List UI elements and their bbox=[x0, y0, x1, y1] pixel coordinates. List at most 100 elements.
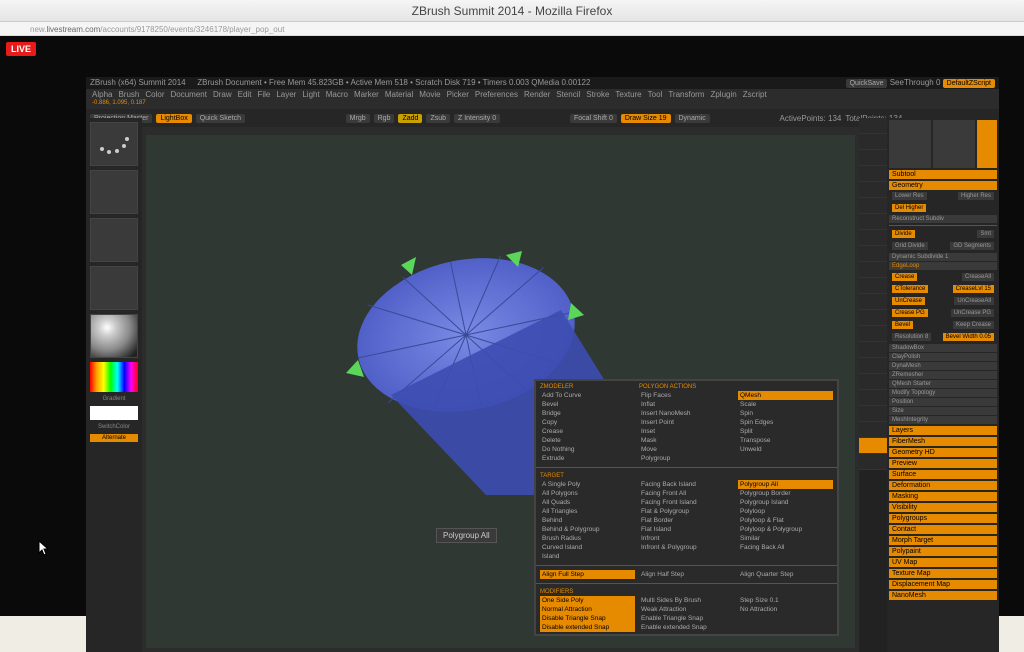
griddivide-button[interactable]: Grid Divide bbox=[892, 242, 928, 250]
uncrease-button[interactable]: UnCrease bbox=[892, 297, 925, 305]
size-button[interactable]: Size bbox=[889, 407, 997, 415]
action-item[interactable]: Insert Point bbox=[639, 418, 734, 427]
menu-item[interactable]: Tool bbox=[648, 89, 663, 100]
menu-item[interactable]: Brush bbox=[118, 89, 139, 100]
action-item[interactable]: Copy bbox=[540, 418, 635, 427]
shelf-icon[interactable] bbox=[859, 406, 887, 422]
switchcolor-button[interactable]: SwitchColor bbox=[90, 424, 138, 430]
target-item[interactable]: Polyloop & Polygroup bbox=[738, 525, 833, 534]
panel-header-masking[interactable]: Masking bbox=[889, 492, 997, 501]
menu-item[interactable]: Preferences bbox=[475, 89, 518, 100]
target-item[interactable]: Behind & Polygroup bbox=[540, 525, 635, 534]
drawsize-slider[interactable]: Draw Size 19 bbox=[621, 114, 671, 123]
action-item[interactable]: Inflat bbox=[639, 400, 734, 409]
shelf-icon[interactable] bbox=[859, 358, 887, 374]
panel-header-fibermesh[interactable]: FiberMesh bbox=[889, 437, 997, 446]
target-item[interactable]: Similar bbox=[738, 534, 833, 543]
shelf-icon[interactable] bbox=[859, 134, 887, 150]
panel-header-preview[interactable]: Preview bbox=[889, 459, 997, 468]
action-item[interactable]: Split bbox=[738, 427, 833, 436]
mod-item[interactable]: Disable extended Snap bbox=[540, 623, 635, 632]
crease-button[interactable]: Crease bbox=[892, 273, 917, 281]
panel-header-polygroups[interactable]: Polygroups bbox=[889, 514, 997, 523]
action-item[interactable]: Spin Edges bbox=[738, 418, 833, 427]
action-item[interactable]: Insert NanoMesh bbox=[639, 409, 734, 418]
shelf-icon[interactable] bbox=[859, 198, 887, 214]
target-item[interactable]: Polyloop bbox=[738, 507, 833, 516]
shelf-icon[interactable] bbox=[859, 150, 887, 166]
material-selector[interactable] bbox=[90, 314, 138, 358]
current-color[interactable] bbox=[90, 406, 138, 420]
panel-header-nanomesh[interactable]: NanoMesh bbox=[889, 591, 997, 600]
menu-item[interactable]: Stroke bbox=[586, 89, 609, 100]
panel-header-polypaint[interactable]: Polypaint bbox=[889, 547, 997, 556]
menu-item[interactable]: Light bbox=[302, 89, 319, 100]
menu-item[interactable]: Render bbox=[524, 89, 550, 100]
shelf-icon[interactable] bbox=[859, 230, 887, 246]
reconstruct-button[interactable]: Reconstruct Subdiv bbox=[889, 215, 997, 223]
zremesher-button[interactable]: ZRemesher bbox=[889, 371, 997, 379]
tool-thumbnail-active[interactable] bbox=[977, 120, 997, 168]
action-item[interactable]: Flip Faces bbox=[639, 391, 734, 400]
quicksave-button[interactable]: QuickSave bbox=[846, 79, 888, 88]
bevel-button[interactable]: Bevel bbox=[892, 321, 913, 329]
edgeloop-button[interactable]: EdgeLoop bbox=[889, 262, 997, 270]
action-item[interactable]: Inset bbox=[639, 427, 734, 436]
align-item-selected[interactable]: Align Full Step bbox=[540, 570, 635, 579]
panel-header-deformation[interactable]: Deformation bbox=[889, 481, 997, 490]
panel-header-geometry[interactable]: Geometry bbox=[889, 181, 997, 190]
action-item[interactable]: Move bbox=[639, 445, 734, 454]
action-item[interactable]: Add To Curve bbox=[540, 391, 635, 400]
zsub-button[interactable]: Zsub bbox=[426, 114, 450, 123]
mod-item[interactable]: Disable Triangle Snap bbox=[540, 614, 635, 623]
dynamesh-button[interactable]: DynaMesh bbox=[889, 362, 997, 370]
menu-item[interactable]: Draw bbox=[213, 89, 232, 100]
shelf-icon[interactable] bbox=[859, 454, 887, 470]
action-item[interactable]: Spin bbox=[738, 409, 833, 418]
action-item[interactable]: Mask bbox=[639, 436, 734, 445]
menu-item[interactable]: Zscript bbox=[743, 89, 767, 100]
brush-selector[interactable] bbox=[90, 122, 138, 166]
divide-button[interactable]: Divide bbox=[892, 230, 915, 238]
menu-item[interactable]: Movie bbox=[419, 89, 440, 100]
qmeshstarter-button[interactable]: QMesh Starter bbox=[889, 380, 997, 388]
target-item[interactable]: All Polygons bbox=[540, 489, 635, 498]
action-item[interactable]: Delete bbox=[540, 436, 635, 445]
shelf-icon[interactable] bbox=[859, 214, 887, 230]
shelf-icon[interactable] bbox=[859, 294, 887, 310]
panel-header-visibility[interactable]: Visibility bbox=[889, 503, 997, 512]
keepCrease-button[interactable]: Keep Crease bbox=[953, 321, 994, 329]
browser-url-bar[interactable]: new.livestream.com/accounts/9178250/even… bbox=[0, 22, 1024, 36]
shelf-icon[interactable] bbox=[859, 310, 887, 326]
panel-header-subtool[interactable]: Subtool bbox=[889, 170, 997, 179]
target-item[interactable]: Polygroup Island bbox=[738, 498, 833, 507]
focal-slider[interactable]: Focal Shift 0 bbox=[570, 114, 617, 123]
color-picker[interactable] bbox=[90, 362, 138, 392]
uncreaseall-button[interactable]: UnCreaseAll bbox=[954, 297, 994, 305]
menu-item[interactable]: Material bbox=[385, 89, 413, 100]
shelf-icon[interactable] bbox=[859, 390, 887, 406]
shadowbox-button[interactable]: ShadowBox bbox=[889, 344, 997, 352]
delhigher-button[interactable]: Del Higher bbox=[892, 204, 926, 212]
align-item[interactable]: Align Half Step bbox=[639, 570, 734, 579]
action-item[interactable]: Extrude bbox=[540, 454, 635, 463]
tool-thumbnail[interactable] bbox=[933, 120, 975, 168]
target-item[interactable]: Flat Border bbox=[639, 516, 734, 525]
mod-item[interactable]: Enable extended Snap bbox=[639, 623, 734, 632]
shelf-icon[interactable] bbox=[859, 118, 887, 134]
creasepg-button[interactable]: Crease PG bbox=[892, 309, 928, 317]
dynamicsub-slider[interactable]: Dynamic Subdivide 1 bbox=[889, 253, 997, 261]
tool-thumbnail[interactable] bbox=[889, 120, 931, 168]
viewport[interactable]: Polygroup All ZMODELERPOLYGON ACTIONS Ad… bbox=[146, 135, 855, 648]
target-item[interactable]: Facing Back All bbox=[738, 543, 833, 552]
lightbox-button[interactable]: LightBox bbox=[156, 114, 191, 123]
mod-item[interactable]: Enable Triangle Snap bbox=[639, 614, 734, 623]
shelf-icon[interactable] bbox=[859, 326, 887, 342]
target-item[interactable]: All Triangles bbox=[540, 507, 635, 516]
panel-header-texturemap[interactable]: Texture Map bbox=[889, 569, 997, 578]
menu-item[interactable]: Transform bbox=[668, 89, 704, 100]
action-item[interactable]: Scale bbox=[738, 400, 833, 409]
mod-item[interactable]: Weak Attraction bbox=[639, 605, 734, 614]
target-item[interactable]: Polygroup Border bbox=[738, 489, 833, 498]
action-item[interactable]: Crease bbox=[540, 427, 635, 436]
